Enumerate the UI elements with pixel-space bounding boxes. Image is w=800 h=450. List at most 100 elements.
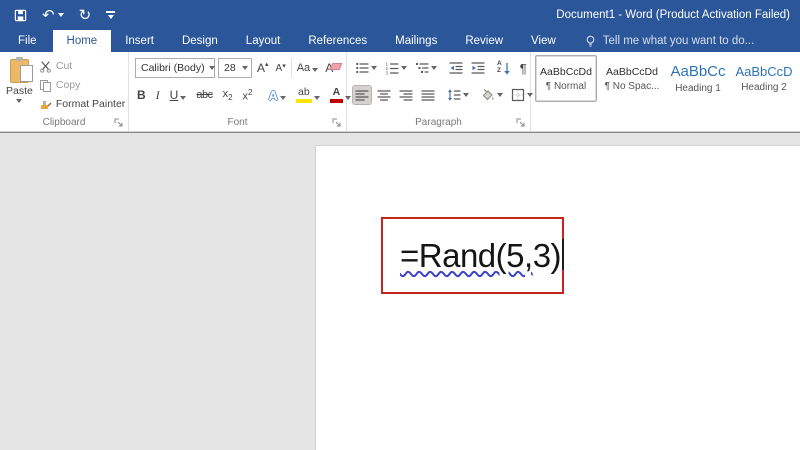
format-painter-icon [40,100,52,109]
shrink-font-button[interactable]: A ▾ [274,62,288,75]
redo-icon: ↻ [78,6,92,24]
align-center-button[interactable] [375,86,393,104]
align-left-button[interactable] [352,85,372,105]
align-left-icon [355,90,369,101]
tab-view[interactable]: View [517,30,570,52]
copy-label: Copy [55,79,81,91]
shading-button[interactable] [479,86,505,104]
format-painter-label: Format Painter [55,98,126,110]
numbering-caret-icon[interactable] [401,66,407,70]
style-name: ¶ Normal [545,80,587,92]
style-preview: AaBbCcD [735,64,793,79]
document-page[interactable] [315,145,800,450]
underline-caret-icon[interactable] [180,96,187,100]
text-effects-button[interactable]: A [267,87,288,104]
tab-home[interactable]: Home [52,30,112,52]
style-normal[interactable]: AaBbCcDd ¶ Normal [535,55,597,102]
superscript-button[interactable]: x2 [241,87,255,104]
tab-review[interactable]: Review [451,30,517,52]
quick-access-toolbar: ↶ ↻ [0,8,116,23]
font-group: Calibri (Body) 28 A ▴ A ▾ Aa A B I U abc… [129,52,351,131]
numbering-icon: 1 2 3 [386,62,399,75]
justify-button[interactable] [419,86,437,104]
document-text[interactable]: =Rand(5,3) [400,237,565,275]
underline-button[interactable]: U [168,87,189,103]
multilevel-caret-icon[interactable] [431,66,437,70]
styles-group: AaBbCcDd ¶ Normal AaBbCcDd ¶ No Spac... … [531,52,799,131]
line-spacing-button[interactable] [445,86,471,104]
strikethrough-button[interactable]: abc [194,88,214,102]
bullets-caret-icon[interactable] [371,66,377,70]
clear-formatting-glyph: A [325,61,334,75]
tab-design[interactable]: Design [168,30,232,52]
paste-button[interactable]: Paste [6,56,33,114]
style-no-spacing[interactable]: AaBbCcDd ¶ No Spac... [601,55,663,102]
separator [290,58,292,78]
shrink-font-glyph: A [275,62,283,74]
text-effects-caret-icon[interactable] [279,96,286,100]
numbering-button[interactable]: 1 2 3 [383,59,409,77]
document-area: =Rand(5,3) [0,133,800,450]
text-cursor [562,238,565,270]
paste-clipboard-icon [9,57,33,83]
grow-font-button[interactable]: A ▴ [255,60,271,76]
increase-indent-icon [471,62,485,74]
change-case-button[interactable]: Aa [295,61,320,75]
style-heading-2[interactable]: AaBbCcD Heading 2 [733,55,795,102]
subscript-button[interactable]: x2 [221,87,235,103]
clipboard-dialog-launcher-icon[interactable] [114,118,124,128]
font-size-value: 28 [224,62,236,74]
copy-button[interactable]: Copy [39,77,125,93]
borders-icon [511,88,525,102]
tab-mailings[interactable]: Mailings [381,30,451,52]
undo-icon: ↶ [42,6,55,24]
italic-button[interactable]: I [154,87,162,104]
shading-caret-icon[interactable] [497,93,503,97]
tell-me-label: Tell me what you want to do... [602,35,755,47]
paragraph-dialog-launcher-icon[interactable] [516,118,526,128]
text-effects-icon: A [268,87,278,103]
style-preview: AaBbCcDd [606,65,658,78]
bold-button[interactable]: B [135,87,148,103]
cut-button[interactable]: Cut [39,58,125,74]
undo-button[interactable]: ↶ [42,8,64,23]
show-formatting-marks-button[interactable]: ¶ [517,61,530,76]
font-dialog-launcher-icon[interactable] [332,118,342,128]
redo-button[interactable]: ↻ [79,8,92,23]
word-window: ↶ ↻ Document1 - Word (Product Activation… [0,0,800,450]
copy-icon [39,79,51,92]
multilevel-list-button[interactable] [413,59,439,77]
line-spacing-caret-icon[interactable] [463,93,469,97]
bullets-button[interactable] [353,59,379,77]
clear-formatting-button[interactable]: A [323,60,335,76]
cut-label: Cut [55,60,73,72]
tab-layout[interactable]: Layout [232,30,295,52]
align-center-icon [377,90,391,101]
scissors-icon [39,60,51,73]
style-preview: AaBbCcDd [540,65,592,78]
undo-dropdown-caret-icon[interactable] [57,13,64,17]
font-size-combobox[interactable]: 28 [218,58,252,78]
save-button[interactable] [14,9,27,22]
font-name-caret-icon [208,66,215,70]
paste-dropdown-caret-icon[interactable] [16,99,23,103]
format-painter-button[interactable]: Format Painter [39,96,125,112]
ribbon-tab-bar: File Home Insert Design Layout Reference… [0,30,800,52]
text-highlight-button[interactable]: ab [294,86,322,104]
tab-file[interactable]: File [2,30,53,52]
decrease-indent-button[interactable] [447,59,465,77]
tab-references[interactable]: References [294,30,381,52]
customize-quick-access-toolbar-button[interactable] [106,11,116,19]
style-heading-1[interactable]: AaBbCc Heading 1 [667,55,729,102]
align-right-button[interactable] [397,86,415,104]
sort-button[interactable]: A Z [495,59,513,77]
font-name-combobox[interactable]: Calibri (Body) [135,58,215,78]
ribbon: Paste Cut Copy Format Painter Clipboard … [0,52,800,132]
tell-me-box[interactable]: Tell me what you want to do... [584,30,755,52]
increase-indent-button[interactable] [469,59,487,77]
tab-insert[interactable]: Insert [111,30,168,52]
paste-paper-icon [19,65,33,82]
highlight-caret-icon[interactable] [313,96,320,100]
clipboard-group-label: Clipboard [42,116,86,128]
align-right-icon [399,90,413,101]
